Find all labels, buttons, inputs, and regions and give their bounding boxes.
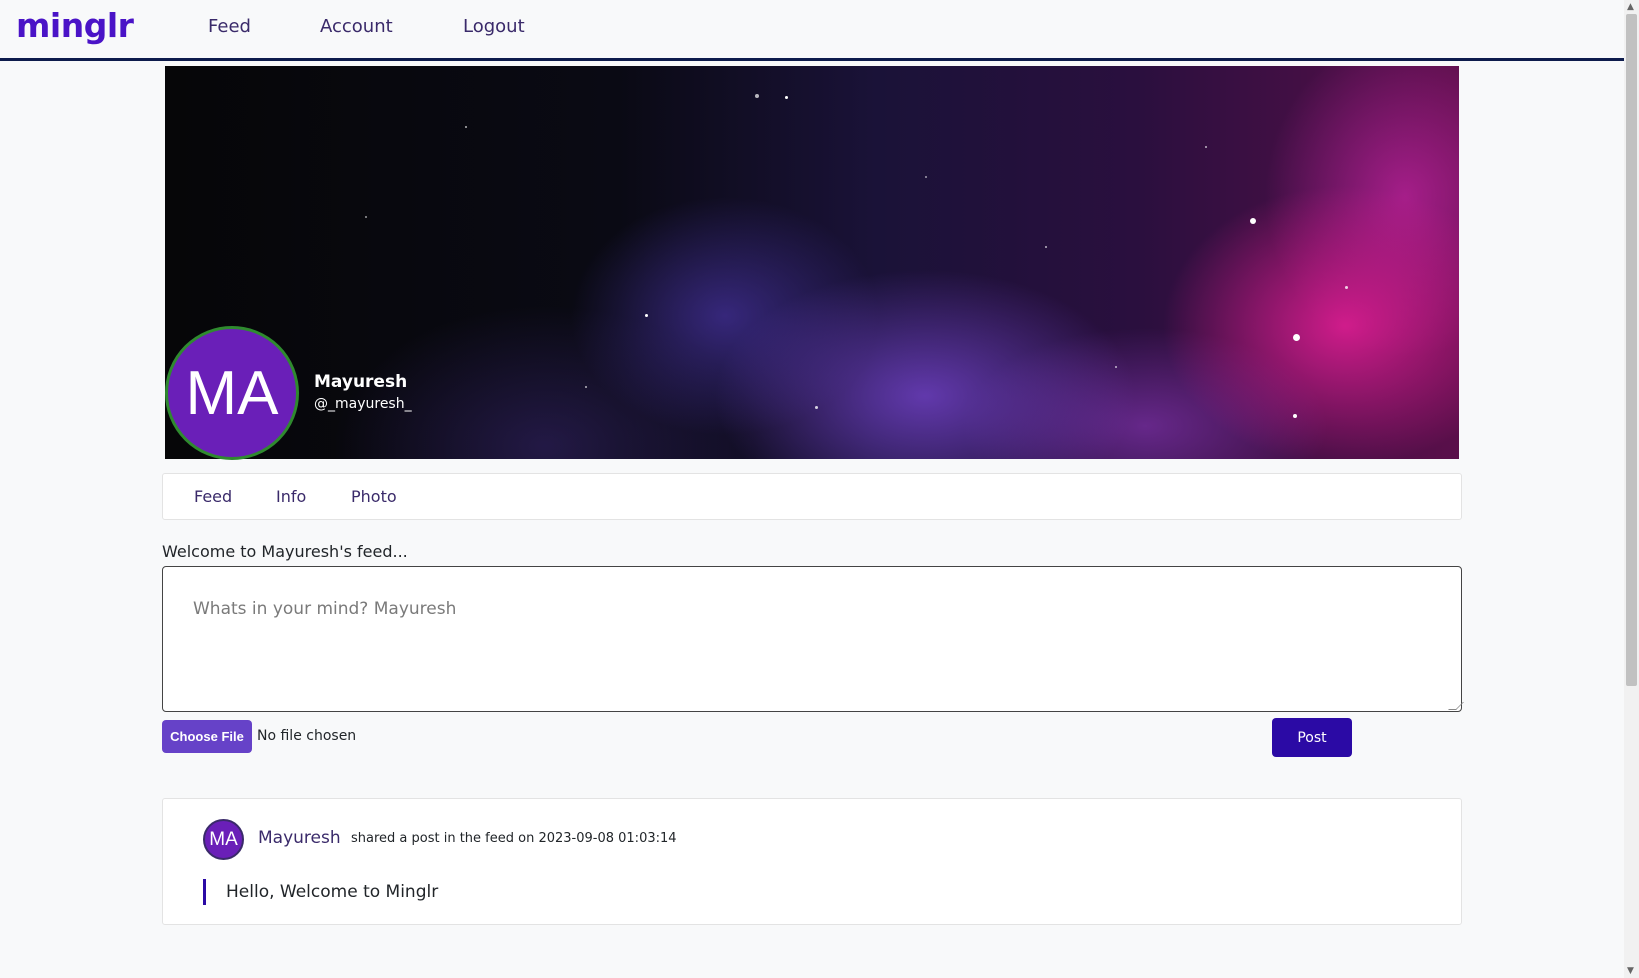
scrollbar-thumb[interactable] — [1626, 14, 1637, 686]
brand-logo[interactable]: minglr — [16, 6, 134, 45]
post-author-avatar[interactable]: MA — [203, 819, 244, 860]
tab-feed[interactable]: Feed — [194, 487, 232, 506]
post-author-initials: MA — [209, 828, 238, 850]
post-body-text: Hello, Welcome to Minglr — [203, 879, 438, 905]
feed-welcome-text: Welcome to Mayuresh's feed... — [162, 542, 408, 561]
nav-feed-link[interactable]: Feed — [208, 16, 251, 37]
profile-tabs: Feed Info Photo — [162, 473, 1462, 520]
tab-photo[interactable]: Photo — [351, 487, 397, 506]
tab-info[interactable]: Info — [276, 487, 306, 506]
profile-handle: @_mayuresh_ — [314, 396, 412, 412]
top-navbar: minglr Feed Account Logout — [0, 0, 1624, 61]
profile-name: Mayuresh — [314, 372, 408, 392]
post-textarea[interactable] — [162, 566, 1462, 712]
post-meta-text: shared a post in the feed on 2023-09-08 … — [351, 831, 677, 846]
chevron-down-icon[interactable]: ▼ — [1627, 966, 1634, 976]
choose-file-button[interactable]: Choose File — [162, 720, 252, 753]
post-card: MA Mayuresh shared a post in the feed on… — [162, 798, 1462, 925]
file-status-text: No file chosen — [257, 728, 357, 744]
profile-avatar[interactable]: MA — [165, 326, 299, 460]
nav-logout-link[interactable]: Logout — [463, 16, 525, 37]
profile-initials: MA — [185, 358, 279, 428]
chevron-up-icon[interactable]: ▲ — [1627, 2, 1634, 12]
post-button[interactable]: Post — [1272, 718, 1352, 757]
post-author-name[interactable]: Mayuresh — [258, 828, 341, 848]
page-scrollbar[interactable]: ▲ ▼ — [1624, 0, 1639, 978]
nav-account-link[interactable]: Account — [320, 16, 393, 37]
